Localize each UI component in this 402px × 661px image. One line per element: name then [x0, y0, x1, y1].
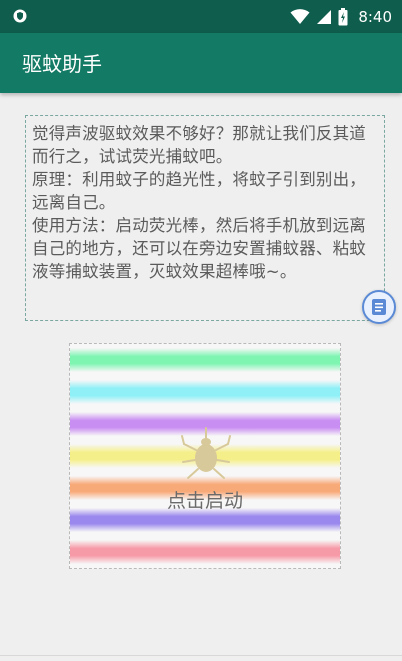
wifi-icon — [290, 9, 310, 24]
stripe — [70, 540, 340, 564]
start-panel[interactable]: 点击启动 — [69, 343, 341, 569]
mosquito-icon — [181, 427, 231, 479]
page-title: 驱蚊助手 — [22, 52, 102, 76]
status-icons: 8:40 — [290, 6, 392, 28]
stripe — [70, 348, 340, 372]
info-text: 觉得声波驱蚊效果不够好？那就让我们反其道而行之，试试荧光捕蚊吧。 原理：利用蚊子… — [32, 122, 378, 283]
info-principle: 原理：利用蚊子的趋光性，将蚊子引到别出，远离自己。 — [32, 170, 366, 212]
stripe — [70, 380, 340, 404]
info-usage: 使用方法：启动荧光棒，然后将手机放到远离自己的地方，还可以在旁边安置捕蚊器、粘蚊… — [32, 216, 366, 281]
battery-icon — [338, 8, 348, 26]
shield-icon — [13, 9, 27, 23]
bottom-divider — [0, 655, 402, 656]
status-bar: 8:40 — [0, 0, 402, 33]
info-intro: 觉得声波驱蚊效果不够好？那就让我们反其道而行之，试试荧光捕蚊吧。 — [32, 124, 366, 166]
status-time: 8:40 — [358, 8, 392, 26]
signal-icon — [317, 10, 332, 24]
floating-document-button[interactable] — [362, 290, 396, 324]
info-box: 觉得声波驱蚊效果不够好？那就让我们反其道而行之，试试荧光捕蚊吧。 原理：利用蚊子… — [25, 115, 385, 321]
document-icon — [372, 299, 386, 315]
app-bar: 驱蚊助手 — [0, 33, 402, 93]
start-button-label: 点击启动 — [166, 490, 243, 512]
